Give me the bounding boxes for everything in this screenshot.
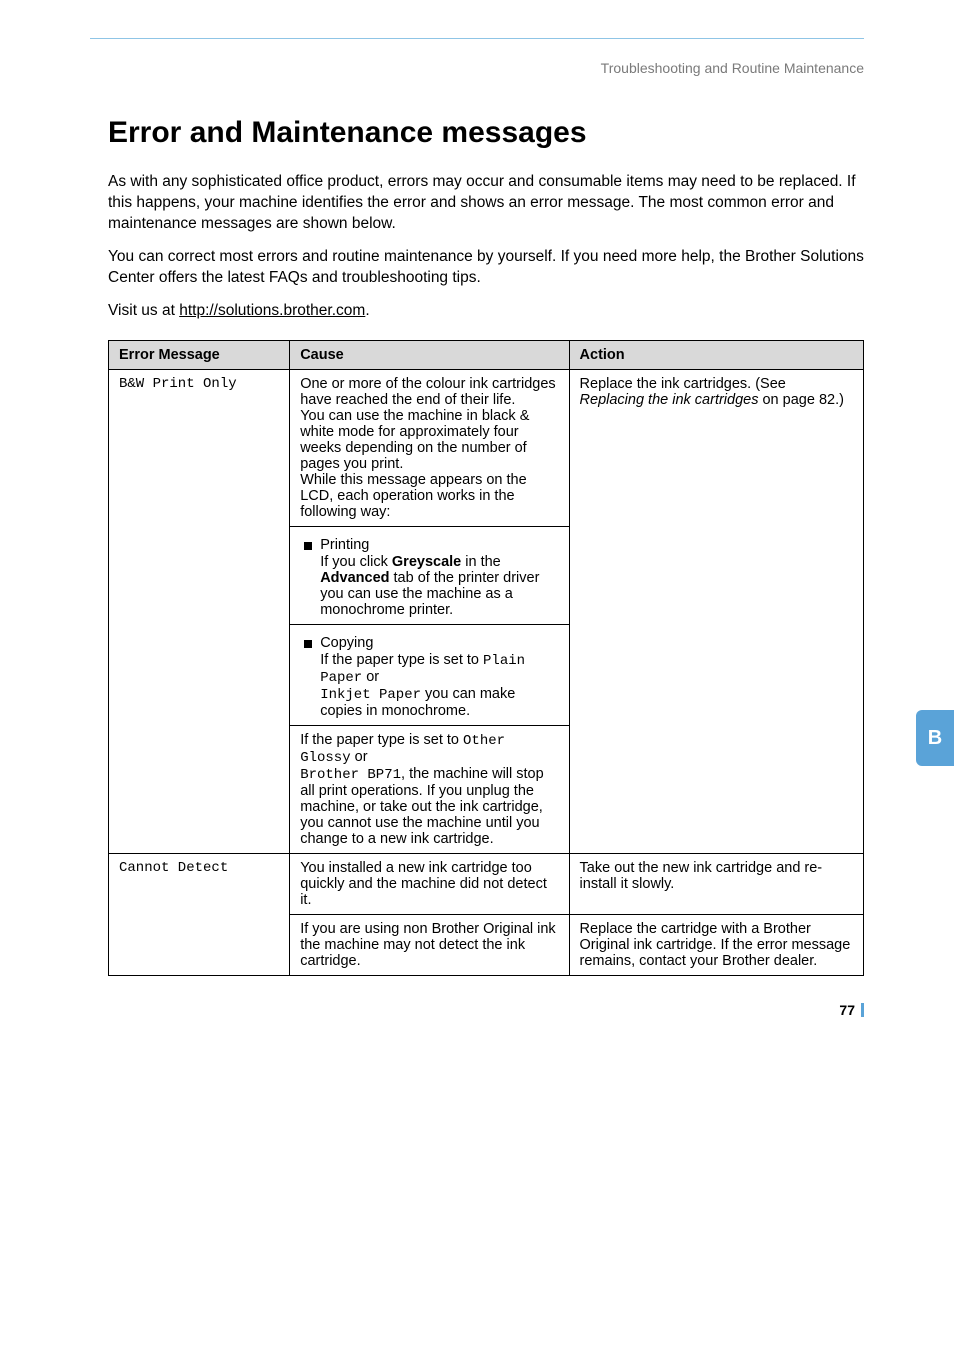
bullet-body: If the paper type is set to Plain Paper … [320, 652, 558, 719]
intro-paragraph-2: You can correct most errors and routine … [108, 247, 864, 289]
bullet-body: If you click Greyscale in the Advanced t… [320, 554, 558, 618]
table-row: Cannot Detect You installed a new ink ca… [109, 853, 864, 914]
t: If the paper type is set to [320, 652, 483, 668]
bullet-icon [304, 640, 312, 648]
action-cell: Replace the ink cartridges. (See Replaci… [569, 369, 863, 853]
bold: Advanced [320, 570, 389, 586]
t: If you click [320, 554, 392, 570]
t: If the paper type is set to [300, 732, 463, 748]
intro-paragraph-1: As with any sophisticated office product… [108, 172, 864, 235]
action-cell: Replace the cartridge with a Brother Ori… [569, 914, 863, 975]
intro-paragraph-3: Visit us at http://solutions.brother.com… [108, 301, 864, 322]
error-msg-cell: B&W Print Only [109, 369, 290, 853]
cause-cell: Copying If the paper type is set to Plai… [290, 624, 569, 725]
page-title: Error and Maintenance messages [108, 116, 864, 150]
mono: Brother BP71 [300, 767, 401, 783]
table-row: B&W Print Only One or more of the colour… [109, 369, 864, 526]
visit-text: Visit us at [108, 302, 179, 319]
bold: Greyscale [392, 554, 461, 570]
action-text-end: on page 82.) [758, 392, 843, 408]
bullet-title: Printing [320, 537, 558, 553]
t: in the [461, 554, 501, 570]
col-header-error: Error Message [109, 340, 290, 369]
cause-cell: Printing If you click Greyscale in the A… [290, 526, 569, 624]
col-header-action: Action [569, 340, 863, 369]
bullet-title: Copying [320, 635, 558, 651]
page-number: 77 [839, 1002, 864, 1018]
section-tab: B [916, 710, 954, 766]
bullet-icon [304, 542, 312, 550]
col-header-cause: Cause [290, 340, 569, 369]
error-messages-table: Error Message Cause Action B&W Print Onl… [108, 340, 864, 976]
action-ref: Replacing the ink cartridges [580, 392, 759, 408]
solutions-link[interactable]: http://solutions.brother.com [179, 302, 365, 319]
cause-cell: One or more of the colour ink cartridges… [290, 369, 569, 526]
cause-cell: If the paper type is set to Other Glossy… [290, 725, 569, 853]
header-section-label: Troubleshooting and Routine Maintenance [108, 60, 864, 76]
t: or [362, 669, 379, 685]
header-rule [90, 38, 864, 39]
page-number-bar-icon [861, 1003, 864, 1017]
mono: Inkjet Paper [320, 687, 421, 703]
cause-cell: If you are using non Brother Original in… [290, 914, 569, 975]
action-text: Replace the ink cartridges. (See [580, 376, 786, 392]
visit-text-end: . [365, 302, 369, 319]
t: or [351, 749, 368, 765]
action-cell: Take out the new ink cartridge and re-in… [569, 853, 863, 914]
error-msg-cell: Cannot Detect [109, 853, 290, 975]
page-number-value: 77 [839, 1002, 855, 1018]
cause-cell: You installed a new ink cartridge too qu… [290, 853, 569, 914]
